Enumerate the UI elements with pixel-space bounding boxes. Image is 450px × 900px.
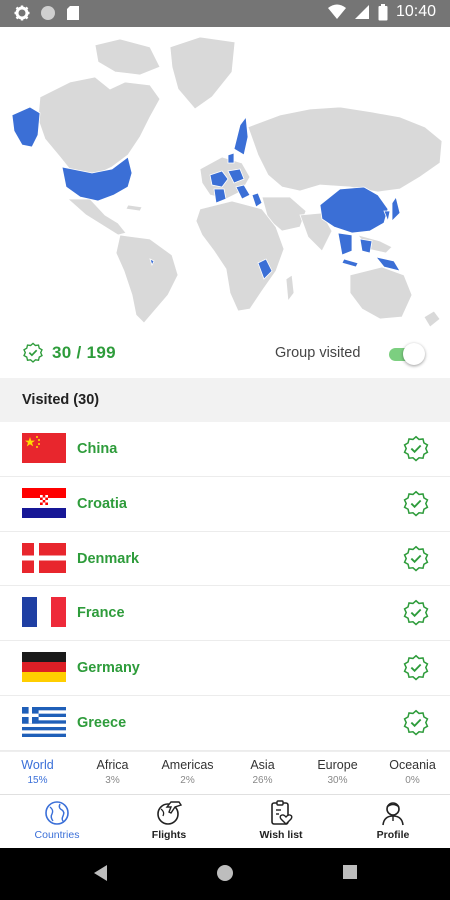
country-name: Greece (77, 714, 127, 731)
tab-world[interactable]: World 15% (0, 758, 75, 786)
region-name: Asia (250, 758, 275, 772)
nav-label: Profile (376, 829, 410, 841)
circle-icon (41, 6, 55, 20)
region-percent: 0% (405, 775, 420, 786)
plane-globe-icon (157, 801, 183, 825)
status-time: 10:40 (395, 3, 436, 20)
verified-check-icon (403, 600, 429, 626)
country-name: Croatia (77, 495, 127, 512)
nav-profile[interactable]: Profile (348, 799, 438, 841)
region-name: Oceania (389, 758, 436, 772)
nav-countries[interactable]: Countries (12, 799, 102, 841)
back-icon[interactable] (93, 864, 109, 882)
list-item[interactable]: Germany (0, 641, 450, 696)
verified-check-icon (403, 709, 429, 736)
tab-oceania[interactable]: Oceania 0% (375, 758, 450, 786)
world-map-graphic (11, 36, 443, 328)
visited-count: 30 / 199 (52, 343, 116, 362)
region-percent: 30% (327, 775, 348, 786)
verified-check-icon (403, 435, 429, 462)
flag-china-icon (22, 433, 66, 463)
system-nav-bar (0, 848, 450, 900)
country-list: China Croatia Denmark France Germany Gre… (0, 422, 450, 751)
list-item[interactable]: Denmark (0, 532, 450, 587)
region-percent: 3% (105, 775, 120, 786)
home-icon[interactable] (216, 864, 234, 882)
country-name: Germany (77, 660, 140, 677)
toggle-knob (403, 343, 425, 365)
gear-icon (14, 5, 30, 21)
recents-icon[interactable] (342, 864, 358, 880)
region-name: Africa (96, 758, 129, 772)
flag-germany-icon (22, 652, 66, 683)
region-name: Europe (317, 758, 358, 772)
country-name: China (77, 441, 118, 457)
battery-icon (378, 3, 388, 20)
nav-label: Countries (34, 829, 80, 841)
nav-flights[interactable]: Flights (124, 799, 214, 841)
section-header: Visited (30) (0, 378, 450, 422)
wishlist-icon (271, 800, 293, 825)
flag-greece-icon (22, 706, 66, 737)
signal-icon (354, 5, 369, 19)
nav-label: Flights (151, 829, 187, 841)
region-tabs: World 15% Africa 3% Americas 2% Asia 26%… (0, 751, 450, 793)
tab-europe[interactable]: Europe 30% (300, 758, 375, 786)
wifi-icon (327, 4, 346, 19)
list-item[interactable]: Croatia (0, 477, 450, 532)
verified-check-icon (403, 654, 429, 681)
tab-africa[interactable]: Africa 3% (75, 758, 150, 786)
tab-americas[interactable]: Americas 2% (150, 758, 225, 786)
country-name: France (77, 605, 125, 622)
sd-card-icon (67, 6, 79, 20)
list-item[interactable]: France (0, 586, 450, 642)
list-item[interactable]: Greece (0, 696, 450, 751)
region-name: Americas (161, 758, 214, 772)
status-bar: 10:40 (0, 0, 450, 27)
verified-check-icon (403, 545, 429, 572)
section-title: Visited (30) (22, 392, 100, 408)
region-name: World (21, 758, 54, 772)
bottom-nav: Countries Flights Wish list Profile (0, 794, 450, 848)
region-percent: 26% (252, 775, 273, 786)
world-map[interactable] (0, 27, 450, 328)
profile-icon (382, 802, 404, 826)
group-visited-label: Group visited (275, 345, 361, 361)
tab-asia[interactable]: Asia 26% (225, 758, 300, 786)
verified-badge-icon (23, 342, 43, 363)
region-percent: 15% (27, 775, 48, 786)
country-name: Denmark (77, 550, 140, 567)
visited-summary: 30 / 199 Group visited (0, 330, 450, 376)
group-visited-toggle[interactable] (389, 343, 425, 365)
flag-france-icon (22, 597, 66, 628)
nav-label: Wish list (259, 829, 303, 841)
flag-denmark-icon (22, 542, 66, 573)
nav-wish-list[interactable]: Wish list (236, 799, 326, 841)
globe-icon (45, 801, 69, 825)
flag-croatia-icon (22, 487, 66, 518)
list-item[interactable]: China (0, 422, 450, 477)
verified-check-icon (403, 490, 429, 517)
region-percent: 2% (180, 775, 195, 786)
